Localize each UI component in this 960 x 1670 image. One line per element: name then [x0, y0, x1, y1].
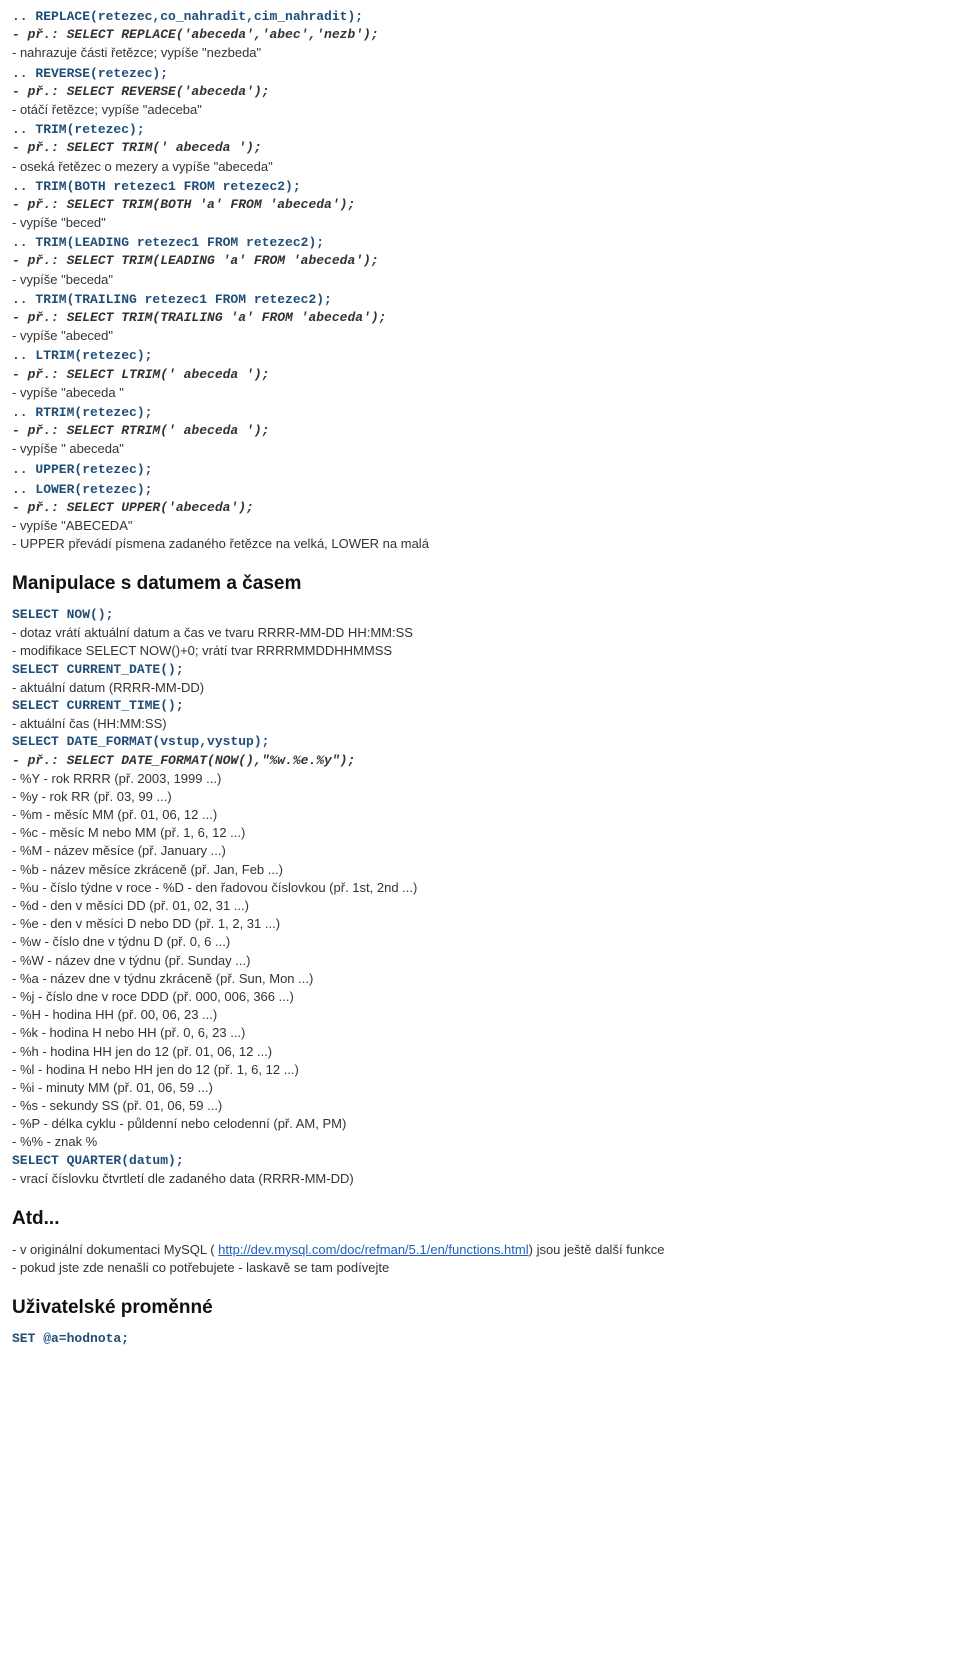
date-format-spec: - %b - název měsíce zkráceně (př. Jan, F…: [12, 861, 948, 879]
func-trim-both-head: .. TRIM(BOTH retezec1 FROM retezec2);: [12, 178, 948, 196]
date-format-example: - př.: SELECT DATE_FORMAT(NOW(),"%w.%e.%…: [12, 752, 948, 770]
date-format-spec: - %e - den v měsíci D nebo DD (př. 1, 2,…: [12, 915, 948, 933]
func-trim-leading-head: .. TRIM(LEADING retezec1 FROM retezec2);: [12, 234, 948, 252]
date-format-spec: - %u - číslo týdne v roce - %D - den řad…: [12, 879, 948, 897]
current-time-desc: - aktuální čas (HH:MM:SS): [12, 715, 948, 733]
date-format-spec: - %d - den v měsíci DD (př. 01, 02, 31 .…: [12, 897, 948, 915]
func-trim-both-desc: - vypíše "beced": [12, 214, 948, 232]
datetime-section: SELECT NOW(); - dotaz vrátí aktuální dat…: [12, 606, 948, 1188]
func-trim-example: - př.: SELECT TRIM(' abeceda ');: [12, 139, 948, 157]
date-format-spec: - %Y - rok RRRR (př. 2003, 1999 ...): [12, 770, 948, 788]
func-rtrim-head: .. RTRIM(retezec);: [12, 404, 948, 422]
current-date-head: SELECT CURRENT_DATE();: [12, 661, 948, 679]
func-rtrim-example: - př.: SELECT RTRIM(' abeceda ');: [12, 422, 948, 440]
date-format-spec: - %c - měsíc M nebo MM (př. 1, 6, 12 ...…: [12, 824, 948, 842]
date-format-spec: - %W - název dne v týdnu (př. Sunday ...…: [12, 952, 948, 970]
date-format-spec: - %M - název měsíce (př. January ...): [12, 842, 948, 860]
func-trim-both-example: - př.: SELECT TRIM(BOTH 'a' FROM 'abeced…: [12, 196, 948, 214]
func-replace-desc: - nahrazuje části řetězce; vypíše "nezbe…: [12, 44, 948, 62]
func-reverse-head: .. REVERSE(retezec);: [12, 65, 948, 83]
func-reverse-example: - př.: SELECT REVERSE('abeceda');: [12, 83, 948, 101]
date-format-spec: - %k - hodina H nebo HH (př. 0, 6, 23 ..…: [12, 1024, 948, 1042]
func-replace-example: - př.: SELECT REPLACE('abeceda','abec','…: [12, 26, 948, 44]
date-format-spec: - %a - název dne v týdnu zkráceně (př. S…: [12, 970, 948, 988]
quarter-desc: - vrací číslovku čtvrtletí dle zadaného …: [12, 1170, 948, 1188]
func-replace-head: .. REPLACE(retezec,co_nahradit,cim_nahra…: [12, 8, 948, 26]
heading-datetime: Manipulace s datumem a časem: [12, 571, 948, 598]
func-trim-desc: - oseká řetězec o mezery a vypíše "abece…: [12, 158, 948, 176]
mysql-docs-link[interactable]: http://dev.mysql.com/doc/refman/5.1/en/f…: [218, 1242, 528, 1257]
func-trim-head: .. TRIM(retezec);: [12, 121, 948, 139]
func-ltrim-example: - př.: SELECT LTRIM(' abeceda ');: [12, 366, 948, 384]
date-format-spec: - %w - číslo dne v týdnu D (př. 0, 6 ...…: [12, 933, 948, 951]
date-format-spec: - %j - číslo dne v roce DDD (př. 000, 00…: [12, 988, 948, 1006]
func-upper-desc-2: - UPPER převádí písmena zadaného řetězce…: [12, 535, 948, 553]
current-date-desc: - aktuální datum (RRRR-MM-DD): [12, 679, 948, 697]
date-format-spec: - %h - hodina HH jen do 12 (př. 01, 06, …: [12, 1043, 948, 1061]
func-trim-leading-desc: - vypíše "beceda": [12, 271, 948, 289]
date-format-spec: - %s - sekundy SS (př. 01, 06, 59 ...): [12, 1097, 948, 1115]
heading-etc: Atd...: [12, 1206, 948, 1233]
date-format-spec: - %y - rok RR (př. 03, 99 ...): [12, 788, 948, 806]
func-trim-trailing-example: - př.: SELECT TRIM(TRAILING 'a' FROM 'ab…: [12, 309, 948, 327]
date-format-spec-list: - %Y - rok RRRR (př. 2003, 1999 ...)- %y…: [12, 770, 948, 1152]
func-upper-desc-1: - vypíše "ABECEDA": [12, 517, 948, 535]
func-trim-leading-example: - př.: SELECT TRIM(LEADING 'a' FROM 'abe…: [12, 252, 948, 270]
date-format-spec: - %% - znak %: [12, 1133, 948, 1151]
now-desc-1: - dotaz vrátí aktuální datum a čas ve tv…: [12, 624, 948, 642]
func-rtrim-desc: - vypíše " abeceda": [12, 440, 948, 458]
etc-pre-text: - v originální dokumentaci MySQL (: [12, 1242, 218, 1257]
date-format-spec: - %P - délka cyklu - půldenní nebo celod…: [12, 1115, 948, 1133]
string-functions-section: .. REPLACE(retezec,co_nahradit,cim_nahra…: [12, 8, 948, 553]
date-format-spec: - %m - měsíc MM (př. 01, 06, 12 ...): [12, 806, 948, 824]
date-format-spec: - %H - hodina HH (př. 00, 06, 23 ...): [12, 1006, 948, 1024]
func-upper-example: - př.: SELECT UPPER('abeceda');: [12, 499, 948, 517]
func-trim-trailing-head: .. TRIM(TRAILING retezec1 FROM retezec2)…: [12, 291, 948, 309]
current-time-head: SELECT CURRENT_TIME();: [12, 697, 948, 715]
etc-line-2: - pokud jste zde nenašli co potřebujete …: [12, 1259, 948, 1277]
heading-user-vars: Uživatelské proměnné: [12, 1295, 948, 1322]
etc-section: - v originální dokumentaci MySQL ( http:…: [12, 1241, 948, 1277]
func-ltrim-head: .. LTRIM(retezec);: [12, 347, 948, 365]
date-format-head: SELECT DATE_FORMAT(vstup,vystup);: [12, 733, 948, 751]
func-reverse-desc: - otáčí řetězce; vypíše "adeceba": [12, 101, 948, 119]
func-trim-trailing-desc: - vypíše "abeced": [12, 327, 948, 345]
etc-post-text: ) jsou ještě další funkce: [529, 1242, 665, 1257]
quarter-head: SELECT QUARTER(datum);: [12, 1152, 948, 1170]
now-desc-2: - modifikace SELECT NOW()+0; vrátí tvar …: [12, 642, 948, 660]
date-format-spec: - %l - hodina H nebo HH jen do 12 (př. 1…: [12, 1061, 948, 1079]
now-head: SELECT NOW();: [12, 606, 948, 624]
func-lower-head: .. LOWER(retezec);: [12, 481, 948, 499]
func-upper-head: .. UPPER(retezec);: [12, 461, 948, 479]
set-var-head: SET @a=hodnota;: [12, 1330, 948, 1348]
date-format-spec: - %i - minuty MM (př. 01, 06, 59 ...): [12, 1079, 948, 1097]
etc-line-1: - v originální dokumentaci MySQL ( http:…: [12, 1241, 948, 1259]
func-ltrim-desc: - vypíše "abeceda ": [12, 384, 948, 402]
